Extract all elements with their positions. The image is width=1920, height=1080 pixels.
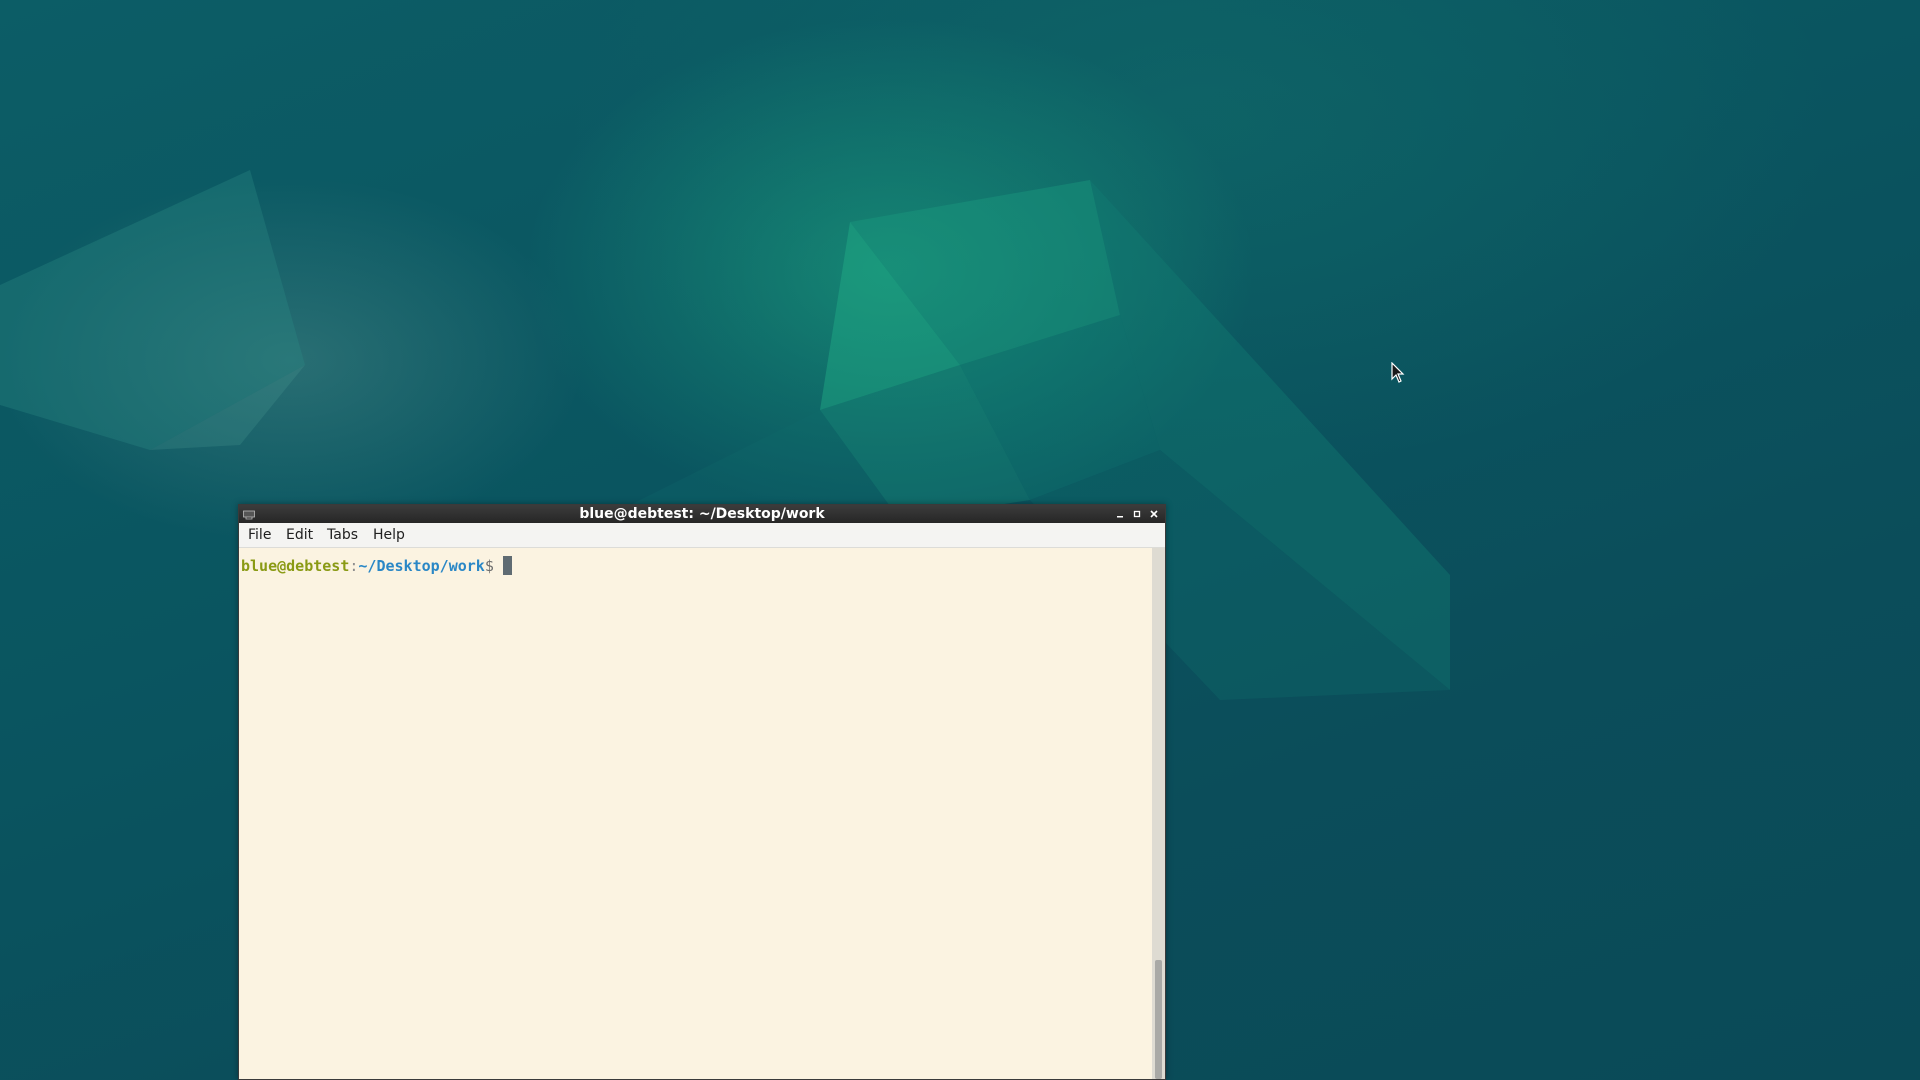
close-icon[interactable] bbox=[1147, 507, 1161, 521]
menu-file[interactable]: File bbox=[248, 527, 271, 543]
menu-edit[interactable]: Edit bbox=[286, 527, 313, 543]
window-titlebar[interactable]: blue@debtest: ~/Desktop/work bbox=[239, 505, 1165, 523]
window-title: blue@debtest: ~/Desktop/work bbox=[579, 506, 825, 522]
maximize-icon[interactable] bbox=[1130, 507, 1144, 521]
prompt-user-host: blue@debtest bbox=[241, 557, 350, 575]
prompt-symbol: $ bbox=[484, 557, 494, 575]
terminal-window[interactable]: blue@debtest: ~/Desktop/work File Edit T… bbox=[238, 504, 1166, 1080]
scrollbar-thumb[interactable] bbox=[1155, 960, 1162, 1079]
terminal-output[interactable]: blue@debtest:~/Desktop/work$ bbox=[239, 548, 1152, 1079]
prompt-line: blue@debtest:~/Desktop/work$ bbox=[241, 556, 512, 575]
menu-help[interactable]: Help bbox=[373, 527, 405, 543]
menu-bar: File Edit Tabs Help bbox=[239, 523, 1165, 548]
text-cursor bbox=[502, 556, 512, 575]
desktop: blue@debtest: ~/Desktop/work File Edit T… bbox=[0, 0, 1920, 1080]
mouse-pointer-icon bbox=[1391, 362, 1405, 383]
minimize-icon[interactable] bbox=[1113, 507, 1127, 521]
vertical-scrollbar[interactable] bbox=[1152, 548, 1165, 1079]
menu-tabs[interactable]: Tabs bbox=[327, 527, 358, 543]
prompt-path: ~/Desktop/work bbox=[358, 557, 485, 575]
